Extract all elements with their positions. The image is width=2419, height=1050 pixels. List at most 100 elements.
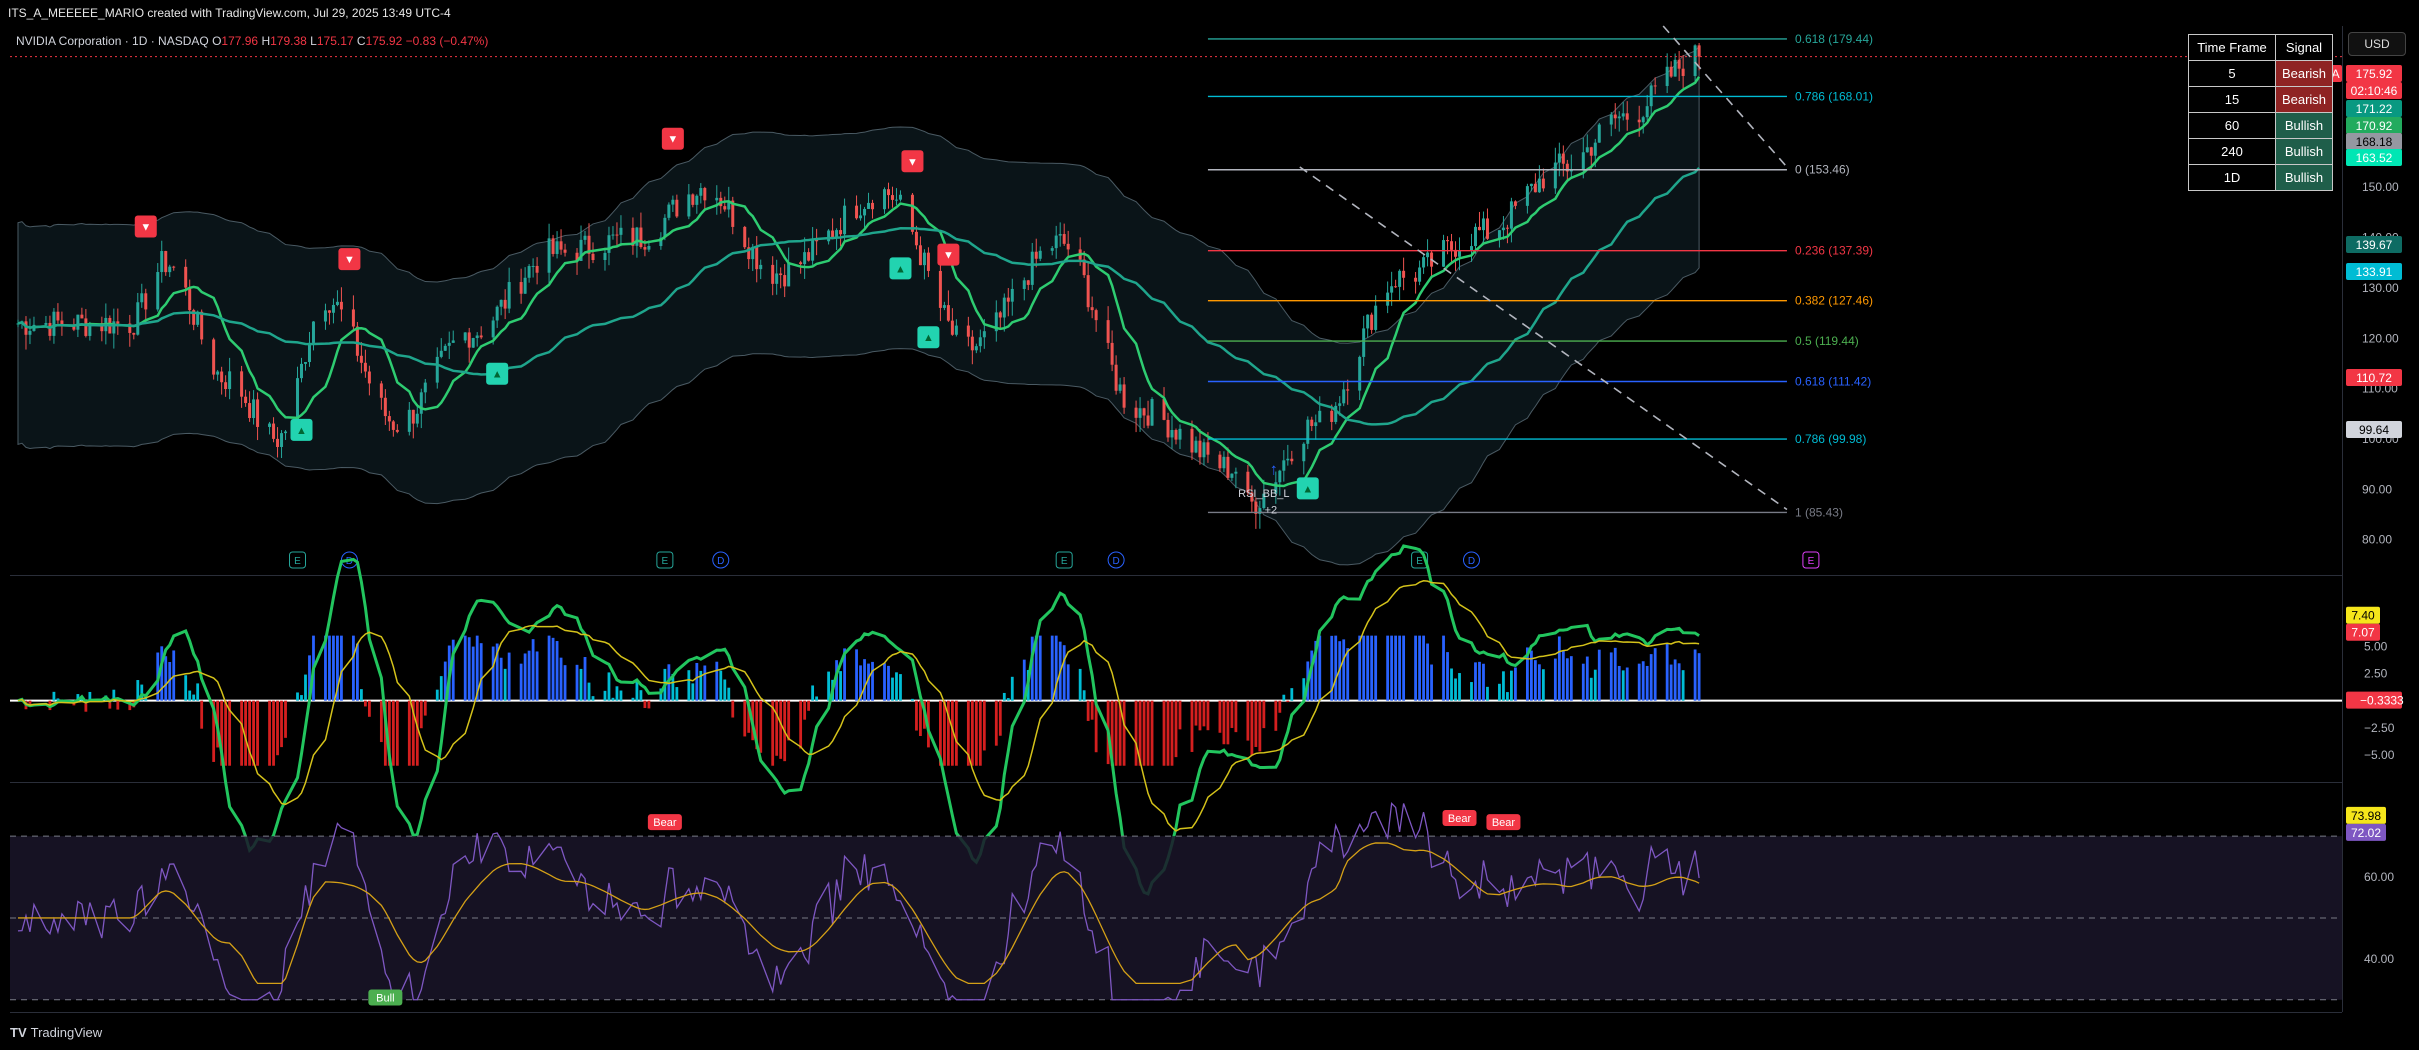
- rsi-y-tick: 60.00: [2364, 870, 2394, 884]
- candle-body: [447, 342, 451, 346]
- candle-body: [359, 355, 363, 363]
- histogram-bar: [240, 700, 244, 766]
- signal-value: Bullish: [2275, 112, 2333, 139]
- histogram-bar: [423, 700, 427, 716]
- candle-body: [1122, 384, 1126, 408]
- candle-body: [1402, 270, 1406, 278]
- histogram-bar: [1134, 700, 1138, 766]
- candle-body: [471, 338, 475, 348]
- buy-signal-icon: ▲: [895, 263, 906, 275]
- histogram-bar: [743, 700, 747, 737]
- candle-body: [863, 208, 867, 216]
- histogram-bar: [1066, 664, 1070, 701]
- histogram-bar: [256, 700, 259, 766]
- candle-body: [467, 332, 471, 348]
- candle-body: [1038, 250, 1042, 259]
- histogram-bar: [519, 663, 523, 701]
- currency-button[interactable]: USD: [2348, 32, 2406, 56]
- histogram-bar: [635, 681, 639, 701]
- candle-body: [307, 342, 311, 363]
- candle-body: [938, 270, 942, 308]
- histogram-bar: [1250, 700, 1254, 756]
- candle-body: [1318, 410, 1322, 423]
- candle-body: [1485, 218, 1489, 239]
- histogram-bar: [1454, 678, 1457, 701]
- histogram-bar: [970, 700, 974, 766]
- histogram-bar: [1122, 700, 1126, 766]
- candle-body: [591, 253, 595, 261]
- candle-body: [527, 266, 531, 278]
- candle-body: [519, 282, 523, 294]
- histogram-bar: [1458, 673, 1461, 701]
- tradingview-logo-icon: TV: [10, 1025, 27, 1040]
- candle-body: [922, 252, 926, 266]
- candle-body: [463, 332, 467, 341]
- legend-value: H: [261, 34, 270, 48]
- candle-body: [1366, 314, 1370, 329]
- histogram-bar: [1374, 635, 1378, 701]
- candle-body: [551, 238, 555, 254]
- candle-body: [443, 345, 447, 351]
- candle-body: [974, 346, 978, 351]
- histogram-bar: [607, 672, 611, 701]
- candle-body: [1198, 440, 1202, 458]
- candle-body: [1310, 419, 1314, 427]
- histogram-bar: [1282, 694, 1286, 701]
- histogram-bar: [192, 694, 196, 701]
- legend-value: −0.83 (−0.47%): [406, 34, 489, 48]
- candle-body: [1174, 430, 1178, 440]
- candle-body: [1114, 364, 1118, 391]
- histogram-bar: [1617, 665, 1621, 701]
- histogram-bar: [1673, 659, 1677, 701]
- histogram-bar: [1398, 635, 1402, 701]
- histogram-bar: [1202, 700, 1206, 727]
- divergence-label-text: Bear: [1448, 813, 1472, 825]
- candle-body: [1681, 68, 1685, 76]
- candle-body: [1374, 305, 1378, 330]
- histogram-bar: [1569, 656, 1573, 701]
- y-tick-label: 130.00: [2362, 281, 2399, 295]
- annotation-count: +2: [1265, 505, 1278, 517]
- signal-table-header: Signal: [2275, 34, 2333, 61]
- candle-body: [1022, 280, 1026, 289]
- histogram-bar: [1286, 700, 1290, 703]
- histogram-bar: [252, 700, 255, 766]
- candle-body: [44, 322, 48, 325]
- histogram-bar: [703, 665, 707, 701]
- signal-timeframe: 1D: [2188, 164, 2276, 191]
- histogram-bar: [899, 674, 902, 701]
- candle-body: [687, 194, 691, 217]
- histogram-bar: [1430, 664, 1433, 701]
- rsi-value-text: 73.98: [2351, 809, 2381, 823]
- histogram-bar: [439, 676, 443, 701]
- candle-body: [978, 337, 982, 347]
- candle-body: [172, 266, 176, 268]
- candle-body: [946, 305, 950, 321]
- histogram-bar: [954, 700, 958, 766]
- candle-body: [883, 189, 886, 210]
- chart-canvas[interactable]: JulAugSepOctNovDec2025FebMarAprMayJunJul…: [0, 0, 2419, 1016]
- histogram-bar: [643, 700, 647, 709]
- candle-body: [1230, 473, 1234, 478]
- fib-level-label: 0.618 (179.44): [1795, 32, 1873, 46]
- candle-body: [1090, 307, 1094, 311]
- histogram-bar: [1541, 669, 1545, 701]
- candle-body: [787, 262, 791, 287]
- candle-body: [871, 202, 875, 210]
- candle-body: [982, 331, 986, 338]
- divergence-label-text: Bear: [653, 817, 677, 829]
- candle-body: [1529, 183, 1533, 187]
- tradingview-logo[interactable]: TV TradingView: [10, 1025, 102, 1040]
- histogram-bar: [591, 696, 595, 701]
- histogram-bar: [1422, 635, 1425, 701]
- legend-value: 177.96: [221, 34, 261, 48]
- candle-body: [56, 311, 60, 321]
- candle-body: [1446, 240, 1450, 242]
- oscillator-y-tick: −2.50: [2364, 721, 2395, 735]
- histogram-bar: [379, 700, 383, 743]
- candle-body: [351, 309, 355, 327]
- candle-body: [755, 246, 759, 270]
- tradingview-logo-text: TradingView: [30, 1025, 103, 1040]
- candle-body: [1234, 471, 1238, 474]
- histogram-bar: [1537, 664, 1541, 701]
